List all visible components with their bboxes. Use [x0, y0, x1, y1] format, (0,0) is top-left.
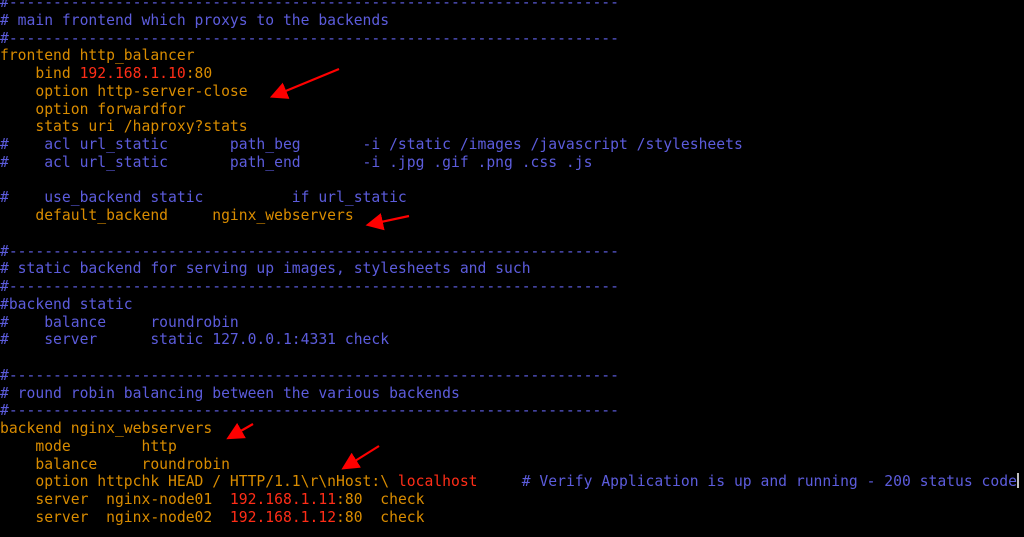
directive-text: backend nginx_webservers: [0, 420, 213, 437]
config-line: #---------------------------------------…: [0, 278, 1024, 296]
directive-text: frontend http_balancer: [0, 47, 195, 65]
config-line: #backend static: [0, 296, 1024, 314]
config-line: # static backend for serving up images, …: [0, 260, 1024, 278]
directive-text: server nginx-node01: [0, 491, 230, 508]
config-line: mode http: [0, 438, 1024, 456]
config-line: [0, 172, 1024, 190]
comment-text: # acl url_static path_end -i .jpg .gif .…: [0, 153, 593, 171]
config-line: # round robin balancing between the vari…: [0, 385, 1024, 403]
terminal-editor-view[interactable]: #---------------------------------------…: [0, 0, 1024, 531]
directive-text: [478, 473, 522, 490]
comment-text: # server static 127.0.0.1:4331 check: [0, 331, 390, 349]
config-line: option http-server-close: [0, 83, 1024, 101]
directive-text: option httpchk HEAD / HTTP/1.1\r\nHost:\: [0, 473, 398, 491]
literal-value: 192.168.1.12: [229, 508, 337, 526]
comment-text: #---------------------------------------…: [0, 278, 619, 295]
directive-text: :80: [185, 65, 213, 82]
config-line: default_backend nginx_webservers: [0, 207, 1024, 225]
config-line: option httpchk HEAD / HTTP/1.1\r\nHost:\…: [0, 473, 1024, 491]
directive-text: balance roundrobin: [0, 455, 230, 473]
config-line: #---------------------------------------…: [0, 0, 1024, 12]
config-line: option forwardfor: [0, 101, 1024, 119]
comment-text: # Verify Application is up and running -…: [521, 473, 1017, 491]
literal-value: 192.168.1.11: [229, 491, 337, 508]
config-line: server nginx-node02 192.168.1.12:80 chec…: [0, 509, 1024, 527]
directive-text: option forwardfor: [0, 100, 186, 118]
config-line: # use_backend static if url_static: [0, 189, 1024, 207]
config-line: balance roundrobin: [0, 456, 1024, 474]
literal-value: localhost: [397, 473, 478, 491]
text-cursor: [1016, 473, 1019, 489]
config-line: #---------------------------------------…: [0, 402, 1024, 420]
comment-text: # acl url_static path_beg -i /static /im…: [0, 136, 743, 153]
comment-text: #backend static: [0, 295, 133, 313]
config-line: #---------------------------------------…: [0, 367, 1024, 385]
directive-text: default_backend nginx_webservers: [0, 207, 354, 224]
config-line: bind 192.168.1.10:80: [0, 65, 1024, 83]
config-line: frontend http_balancer: [0, 47, 1024, 65]
comment-text: # round robin balancing between the vari…: [0, 384, 460, 402]
config-line: server nginx-node01 192.168.1.11:80 chec…: [0, 491, 1024, 509]
comment-text: #---------------------------------------…: [0, 402, 619, 420]
comment-text: #---------------------------------------…: [0, 366, 619, 384]
directive-text: server nginx-node02: [0, 508, 230, 526]
config-line: # acl url_static path_end -i .jpg .gif .…: [0, 154, 1024, 172]
comment-text: # static backend for serving up images, …: [0, 260, 531, 278]
comment-text: #---------------------------------------…: [0, 0, 619, 11]
config-line: #---------------------------------------…: [0, 30, 1024, 48]
directive-text: :80 check: [336, 491, 425, 508]
literal-value: 192.168.1.10: [79, 65, 186, 82]
config-line: # balance roundrobin: [0, 314, 1024, 332]
directive-text: stats uri /haproxy?stats: [0, 118, 248, 136]
directive-text: bind: [0, 65, 80, 82]
config-line: stats uri /haproxy?stats: [0, 118, 1024, 136]
config-line: backend nginx_webservers: [0, 420, 1024, 438]
comment-text: # main frontend which proxys to the back…: [0, 11, 390, 29]
config-line: [0, 225, 1024, 243]
config-line: #---------------------------------------…: [0, 243, 1024, 261]
config-line: # acl url_static path_beg -i /static /im…: [0, 136, 1024, 154]
comment-text: # use_backend static if url_static: [0, 189, 407, 207]
directive-text: :80 check: [336, 508, 425, 526]
comment-text: # balance roundrobin: [0, 313, 239, 331]
config-line: # server static 127.0.0.1:4331 check: [0, 331, 1024, 349]
comment-text: #---------------------------------------…: [0, 29, 619, 47]
directive-text: option http-server-close: [0, 82, 248, 100]
config-line: [0, 349, 1024, 367]
comment-text: #---------------------------------------…: [0, 242, 619, 260]
directive-text: mode http: [0, 437, 177, 455]
config-line: # main frontend which proxys to the back…: [0, 12, 1024, 30]
